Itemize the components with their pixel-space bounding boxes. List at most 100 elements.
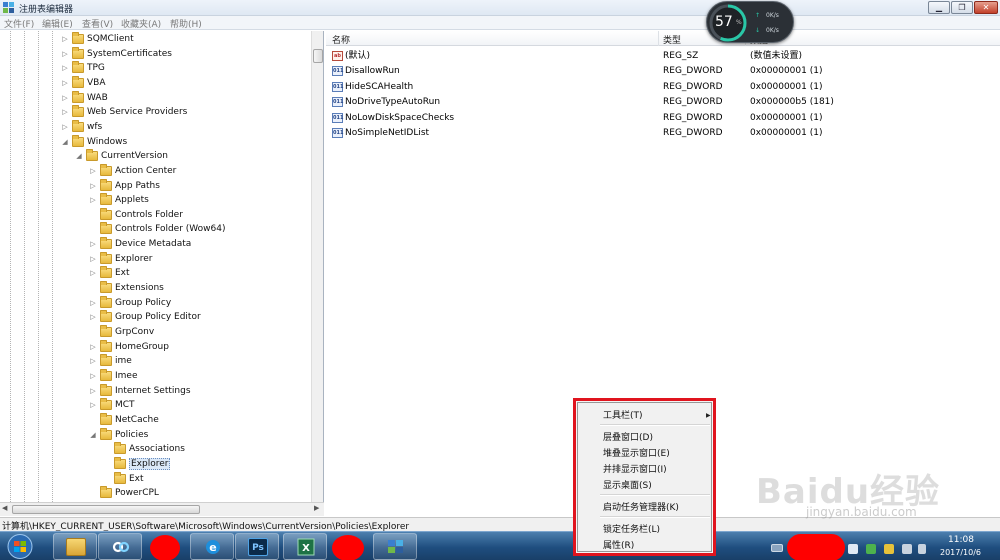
minimize-button[interactable]: ▁ <box>928 1 950 14</box>
tree-node[interactable]: ▷ wfs <box>60 119 102 134</box>
tree-node[interactable]: Extensions <box>88 281 164 295</box>
tree-node[interactable]: ▷ Internet Settings <box>88 383 191 398</box>
tree-node[interactable]: ▷ WAB <box>60 90 108 105</box>
taskbar-photoshop-button[interactable]: Ps <box>235 533 279 560</box>
menu-item-show-desktop[interactable]: 显示桌面(S) <box>603 478 652 491</box>
menu-view[interactable]: 查看(V) <box>82 17 113 30</box>
tree-node[interactable]: Controls Folder (Wow64) <box>88 222 225 236</box>
tree-node[interactable]: ◢ CurrentVersion <box>74 149 168 163</box>
menu-item-side-by-side-windows[interactable]: 并排显示窗口(I) <box>603 462 667 475</box>
taskbar-regedit-button[interactable] <box>373 533 417 560</box>
tree-node[interactable]: ▷ Explorer <box>88 251 152 266</box>
taskbar[interactable]: e Ps X 11:08 2017/10/6 <box>0 531 1000 560</box>
tree-node[interactable]: ▷ Group Policy Editor <box>88 310 201 324</box>
collapsed-arrow-icon[interactable]: ▷ <box>88 164 98 178</box>
menu-edit[interactable]: 编辑(E) <box>42 17 73 30</box>
taskbar-excel-button[interactable]: X <box>283 533 327 560</box>
expanded-arrow-icon[interactable]: ◢ <box>60 135 70 149</box>
tree-scroll-thumb[interactable] <box>313 49 323 63</box>
tree-node[interactable]: ▷ SystemCertificates <box>60 46 172 61</box>
tree-node[interactable]: Associations <box>102 442 185 456</box>
tree-node[interactable]: ▷ MCT <box>88 398 135 412</box>
tree-horizontal-scrollbar[interactable]: ◀ ▶ <box>0 502 324 516</box>
collapsed-arrow-icon[interactable]: ▷ <box>88 252 98 266</box>
collapsed-arrow-icon[interactable]: ▷ <box>60 105 70 119</box>
collapsed-arrow-icon[interactable]: ▷ <box>60 32 70 46</box>
collapsed-arrow-icon[interactable]: ▷ <box>88 296 98 310</box>
collapsed-arrow-icon[interactable]: ▷ <box>60 91 70 105</box>
menu-help[interactable]: 帮助(H) <box>170 17 202 30</box>
tray-keyboard-icon[interactable] <box>771 544 783 552</box>
collapsed-arrow-icon[interactable]: ▷ <box>88 354 98 368</box>
collapsed-arrow-icon[interactable]: ▷ <box>88 193 98 207</box>
maximize-button[interactable]: ❐ <box>951 1 973 14</box>
value-row[interactable]: 011 HideSCAHealth REG_DWORD 0x00000001 (1) <box>326 80 1000 95</box>
taskbar-netdisk-button[interactable] <box>98 533 142 560</box>
column-header-type[interactable]: 类型 <box>663 33 681 46</box>
collapsed-arrow-icon[interactable]: ▷ <box>88 237 98 251</box>
column-divider[interactable] <box>658 31 659 46</box>
tree-node[interactable]: Ext <box>102 471 144 486</box>
collapsed-arrow-icon[interactable]: ▷ <box>88 340 98 354</box>
value-row[interactable]: 011 NoSimpleNetIDList REG_DWORD 0x00000001 … <box>326 126 1000 141</box>
tree-node[interactable]: ▷ SQMClient <box>60 32 134 46</box>
tree-vertical-scrollbar[interactable] <box>311 31 323 502</box>
tree-node[interactable]: ▷ Action Center <box>88 163 176 178</box>
menu-item-properties[interactable]: 属性(R) <box>603 538 634 551</box>
collapsed-arrow-icon[interactable]: ▷ <box>60 61 70 75</box>
collapsed-arrow-icon[interactable]: ▷ <box>88 179 98 193</box>
tree-node[interactable]: Explorer <box>102 456 171 471</box>
tree-node[interactable]: ▷ Web Service Providers <box>60 105 187 119</box>
tray-security-icon[interactable] <box>866 544 876 554</box>
close-button[interactable]: ✕ <box>974 1 998 14</box>
menu-item-stack-windows[interactable]: 堆叠显示窗口(E) <box>603 446 670 459</box>
tree-node[interactable]: ◢ Windows <box>60 134 127 149</box>
tree-node[interactable]: Controls Folder <box>88 207 183 222</box>
menu-file[interactable]: 文件(F) <box>4 17 34 30</box>
collapsed-arrow-icon[interactable]: ▷ <box>88 369 98 383</box>
value-row[interactable]: 011 NoLowDiskSpaceChecks REG_DWORD 0x000000… <box>326 111 1000 126</box>
tree-node[interactable]: ▷ Imee <box>88 368 138 383</box>
taskbar-explorer-button[interactable] <box>53 533 97 560</box>
collapsed-arrow-icon[interactable]: ▷ <box>60 76 70 90</box>
tree-node[interactable]: ◢ Policies <box>88 427 148 442</box>
tree-node[interactable]: ▷ TPG <box>60 61 105 75</box>
tree-node[interactable]: PowerCPL <box>88 486 159 500</box>
column-header-name[interactable]: 名称 <box>332 33 350 46</box>
tray-flag-icon[interactable] <box>884 544 894 554</box>
clock-date[interactable]: 2017/10/6 <box>940 548 981 557</box>
tree-node[interactable]: GrpConv <box>88 325 154 339</box>
taskbar-ie-button[interactable]: e <box>190 533 234 560</box>
tray-network-icon[interactable] <box>902 544 912 554</box>
tree-node[interactable]: ▷ Ext <box>88 266 130 280</box>
registry-key-tree[interactable]: ▷ SQMClient ▷ SystemCertificates ▷ TPG ▷ VBA ▷ WA… <box>0 31 324 502</box>
expanded-arrow-icon[interactable]: ◢ <box>74 149 84 163</box>
menu-item-toolbars[interactable]: 工具栏(T) <box>603 408 643 421</box>
menu-item-cascade-windows[interactable]: 层叠窗口(D) <box>603 430 653 443</box>
value-row[interactable]: 011 DisallowRun REG_DWORD 0x00000001 (1) <box>326 64 1000 79</box>
tree-node[interactable]: NetCache <box>88 412 159 427</box>
tray-volume-icon[interactable] <box>918 544 926 554</box>
tree-node[interactable]: ▷ ime <box>88 354 132 368</box>
tree-hscroll-thumb[interactable] <box>12 505 200 514</box>
tree-node[interactable]: ▷ HomeGroup <box>88 339 169 354</box>
network-speed-widget[interactable]: 57 % ↑ 0K/s ↓ 0K/s <box>706 1 794 43</box>
collapsed-arrow-icon[interactable]: ▷ <box>88 310 98 324</box>
value-row[interactable]: ab (默认) REG_SZ (数值未设置) <box>326 49 1000 64</box>
tree-node[interactable]: ▷ VBA <box>60 75 106 90</box>
tray-shield-icon[interactable] <box>848 544 858 554</box>
scroll-right-icon[interactable]: ▶ <box>314 504 319 512</box>
clock-time[interactable]: 11:08 <box>948 535 974 545</box>
menu-item-task-manager[interactable]: 启动任务管理器(K) <box>603 500 679 513</box>
expanded-arrow-icon[interactable]: ◢ <box>88 428 98 442</box>
tree-node[interactable]: ▷ Group Policy <box>88 295 171 310</box>
value-row[interactable]: 011 NoDriveTypeAutoRun REG_DWORD 0x000000b5… <box>326 95 1000 110</box>
tree-node[interactable]: ▷ Applets <box>88 193 149 207</box>
scroll-left-icon[interactable]: ◀ <box>2 504 7 512</box>
tree-node[interactable]: ▷ Device Metadata <box>88 237 191 251</box>
collapsed-arrow-icon[interactable]: ▷ <box>60 47 70 61</box>
collapsed-arrow-icon[interactable]: ▷ <box>60 120 70 134</box>
menu-item-lock-taskbar[interactable]: 锁定任务栏(L) <box>603 522 660 535</box>
collapsed-arrow-icon[interactable]: ▷ <box>88 398 98 412</box>
start-button[interactable] <box>2 533 38 560</box>
